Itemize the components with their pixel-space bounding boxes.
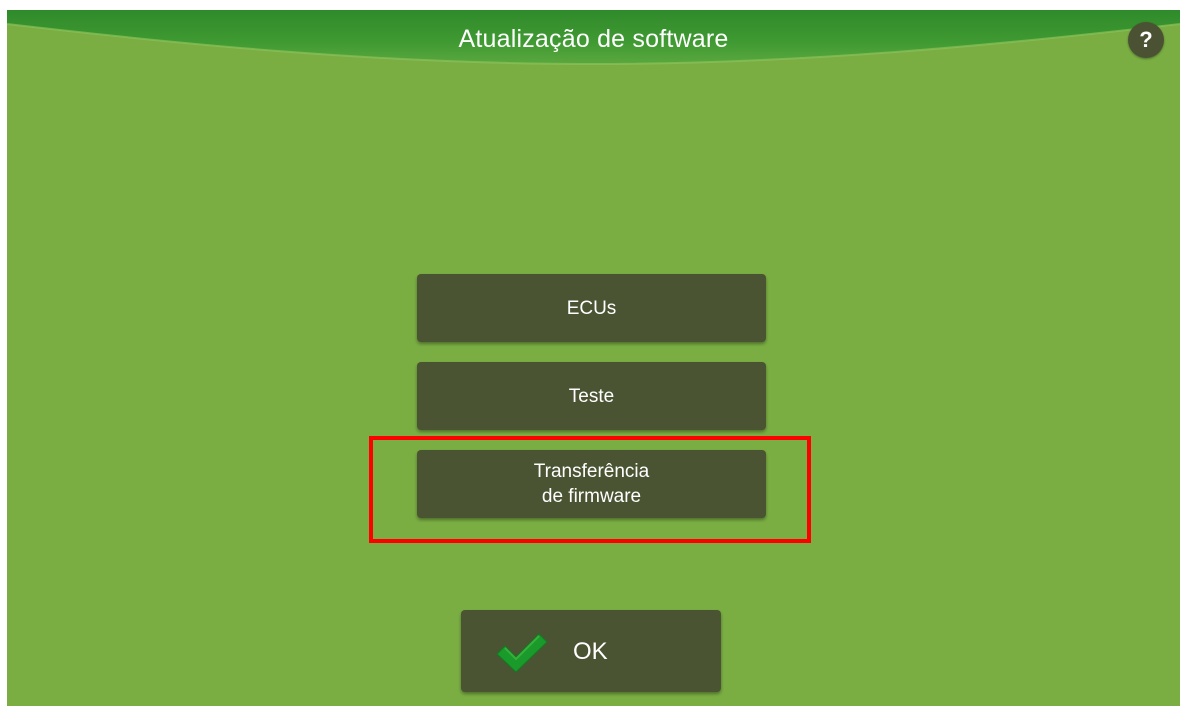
ok-button[interactable]: OK [461,610,721,692]
ok-button-label: OK [573,638,608,665]
help-button[interactable]: ? [1128,22,1164,58]
title-bar: Atualização de software ? [7,10,1180,72]
page-title: Atualização de software [458,25,729,53]
teste-button[interactable]: Teste [417,362,766,430]
checkmark-icon [496,633,548,673]
app-screen: Atualização de software ? ECUs Teste Tra… [7,10,1180,706]
teste-button-label: Teste [568,385,615,407]
ecus-button[interactable]: ECUs [417,274,766,342]
question-mark-icon: ? [1139,27,1153,52]
ecus-button-label: ECUs [566,297,617,319]
firmware-transfer-button[interactable]: Transferência de firmware [417,450,766,518]
firmware-transfer-button-label: Transferência de firmware [533,461,650,507]
